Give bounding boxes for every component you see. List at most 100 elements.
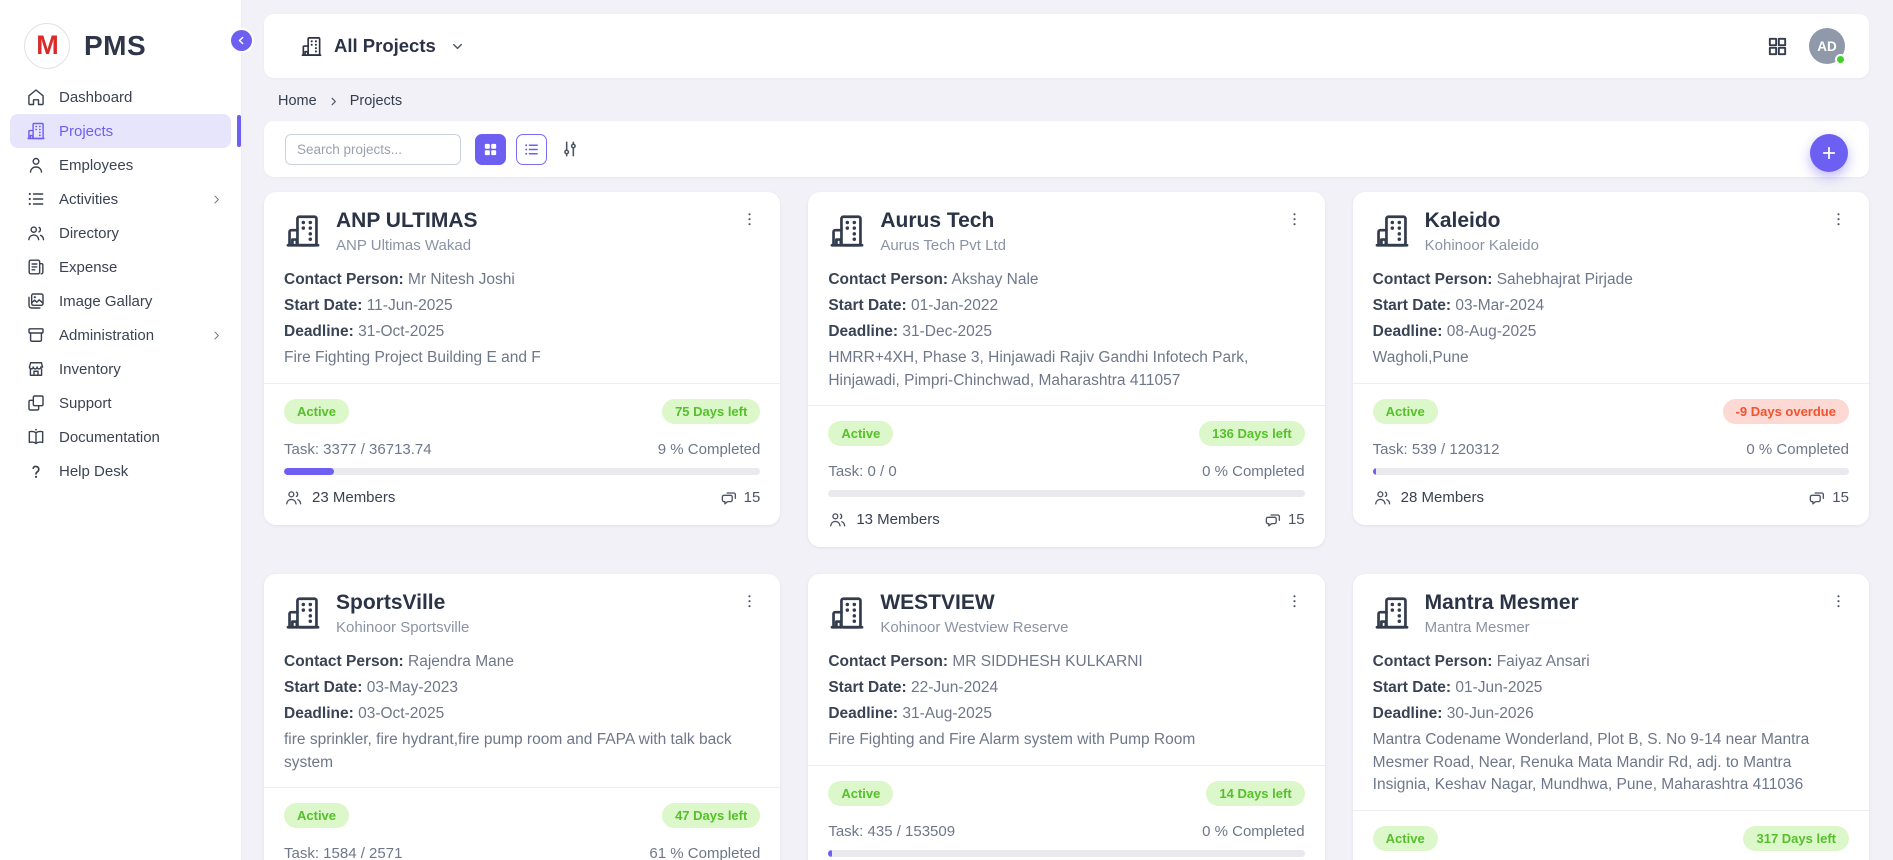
main-content: All Projects AD Home Projects ANP ULTI [242,0,1893,860]
sidebar-item-projects[interactable]: Projects [10,114,231,148]
project-info: Contact Person: Sahebhajrat Pirjade Star… [1373,267,1849,370]
contact-label: Contact Person: [284,653,404,670]
image-icon [26,291,46,311]
contact-value: MR SIDDHESH KULKARNI [952,653,1142,670]
members-count[interactable]: 23 Members [284,488,395,507]
contact-value: Akshay Nale [952,271,1039,288]
progress-bar [828,490,1304,497]
card-menu-button[interactable] [1284,591,1305,617]
chat-count-label: 15 [1832,489,1849,506]
deadline-label: Deadline: [828,323,898,340]
start-date-label: Start Date: [1373,297,1451,314]
search-input[interactable] [285,134,461,165]
task-count: Task: 539 / 120312 [1373,441,1500,458]
card-menu-button[interactable] [1828,209,1849,235]
comments-count[interactable]: 15 [1264,510,1305,529]
project-description: Mantra Codename Wonderland, Plot B, S. N… [1373,729,1849,796]
sidebar-item-documentation[interactable]: Documentation [10,420,231,454]
sidebar-item-label: Support [59,395,112,412]
breadcrumb-home[interactable]: Home [278,93,317,109]
project-selector-dropdown[interactable]: All Projects [300,35,465,58]
project-title: Aurus Tech [880,209,1006,233]
percent-completed: 61 % Completed [649,845,760,860]
contact-label: Contact Person: [1373,271,1493,288]
project-info: Contact Person: MR SIDDHESH KULKARNI Sta… [828,649,1304,752]
avatar-initials: AD [1817,39,1837,54]
members-label: 28 Members [1401,489,1484,506]
sidebar-item-help-desk[interactable]: Help Desk [10,454,231,488]
copy-icon [26,393,46,413]
project-description: Fire Fighting and Fire Alarm system with… [828,729,1304,751]
chat-count-label: 15 [1288,511,1305,528]
deadline-value: 31-Aug-2025 [902,705,992,722]
building-icon [284,212,322,250]
contact-label: Contact Person: [828,271,948,288]
deadline-value: 31-Dec-2025 [902,323,992,340]
deadline-label: Deadline: [1373,705,1443,722]
chevron-right-icon [328,96,339,107]
list-icon [26,189,46,209]
comments-count[interactable]: 15 [1808,488,1849,507]
sidebar-item-support[interactable]: Support [10,386,231,420]
members-count[interactable]: 28 Members [1373,488,1484,507]
card-menu-button[interactable] [1284,209,1305,235]
progress-bar [1373,468,1849,475]
sidebar-item-expense[interactable]: Expense [10,250,231,284]
start-date-value: 01-Jun-2025 [1455,679,1542,696]
pms-logo-icon: M [24,23,70,69]
project-info: Contact Person: Akshay Nale Start Date: … [828,267,1304,392]
start-date-label: Start Date: [828,679,906,696]
user-avatar[interactable]: AD [1809,28,1845,64]
contact-value: Rajendra Mane [408,653,514,670]
deadline-label: Deadline: [284,323,354,340]
task-count: Task: 435 / 153509 [828,823,955,840]
task-count: Task: 1584 / 2571 [284,845,402,860]
book-icon [26,427,46,447]
members-count[interactable]: 13 Members [828,510,939,529]
contact-label: Contact Person: [1373,653,1493,670]
progress-bar [828,850,1304,857]
project-title: Mantra Mesmer [1425,591,1579,615]
sidebar-item-employees[interactable]: Employees [10,148,231,182]
sidebar-item-inventory[interactable]: Inventory [10,352,231,386]
sidebar-item-label: Documentation [59,429,160,446]
days-left-badge: 136 Days left [1199,421,1305,446]
sidebar-collapse-button[interactable] [231,30,252,51]
projects-toolbar [264,121,1869,177]
list-view-icon [523,141,540,158]
percent-completed: 0 % Completed [1746,441,1849,458]
add-project-button[interactable] [1810,134,1848,172]
start-date-value: 22-Jun-2024 [911,679,998,696]
page-title: All Projects [334,35,436,57]
project-info: Contact Person: Mr Nitesh Joshi Start Da… [284,267,760,370]
members-icon [284,488,303,507]
project-subtitle: Aurus Tech Pvt Ltd [880,237,1006,254]
list-view-button[interactable] [516,134,547,165]
sidebar-item-administration[interactable]: Administration [10,318,231,352]
sidebar-item-directory[interactable]: Directory [10,216,231,250]
comments-count[interactable]: 15 [720,488,761,507]
card-menu-button[interactable] [739,209,760,235]
project-subtitle: Kohinoor Westview Reserve [880,619,1068,636]
days-left-badge: 47 Days left [662,803,760,828]
building-icon [26,121,46,141]
chevron-right-icon [210,193,223,206]
filter-button[interactable] [560,139,580,159]
deadline-value: 30-Jun-2026 [1447,705,1534,722]
grid-view-button[interactable] [475,134,506,165]
contact-label: Contact Person: [828,653,948,670]
project-title: ANP ULTIMAS [336,209,478,233]
building-icon [1373,594,1411,632]
sidebar-item-label: Inventory [59,361,121,378]
chevron-right-icon [210,329,223,342]
card-menu-button[interactable] [1828,591,1849,617]
sidebar-item-activities[interactable]: Activities [10,182,231,216]
sidebar-item-image-gallary[interactable]: Image Gallary [10,284,231,318]
percent-completed: 0 % Completed [1202,463,1305,480]
apps-grid-icon[interactable] [1766,35,1789,58]
sidebar-item-dashboard[interactable]: Dashboard [10,80,231,114]
status-badge: Active [284,399,349,424]
project-subtitle: Mantra Mesmer [1425,619,1579,636]
project-card: Mantra Mesmer Mantra Mesmer Contact Pers… [1353,574,1869,860]
card-menu-button[interactable] [739,591,760,617]
